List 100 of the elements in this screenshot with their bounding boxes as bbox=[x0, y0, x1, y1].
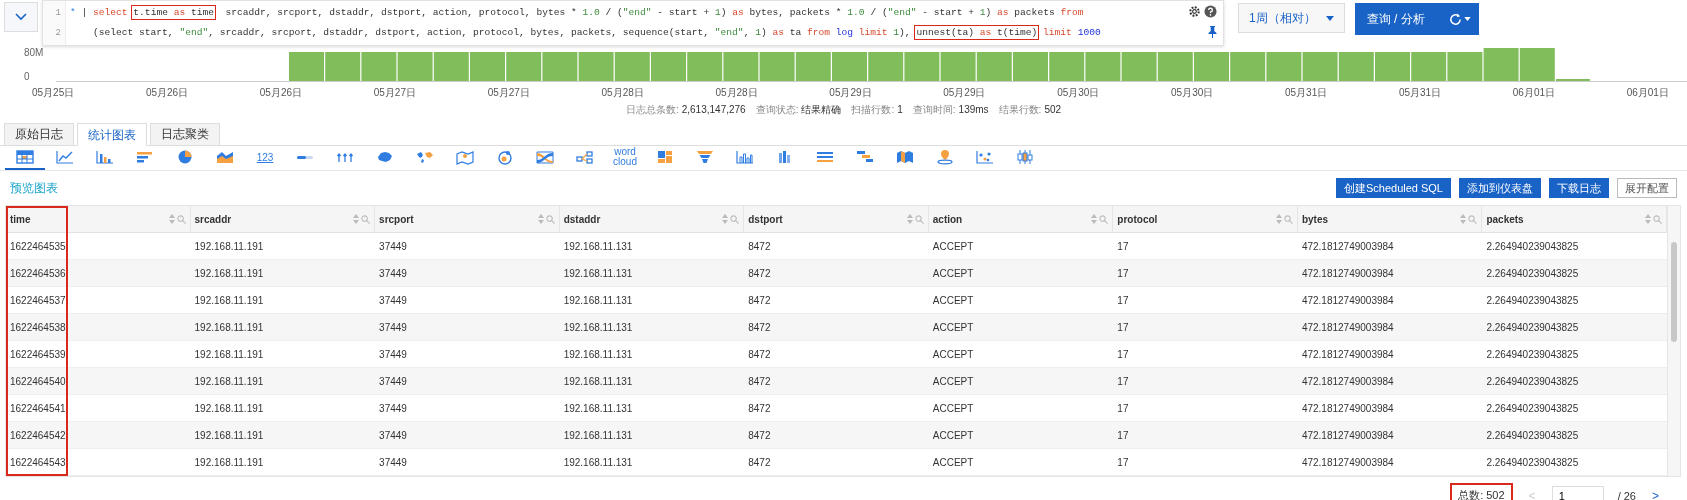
sort-icon[interactable] bbox=[1091, 214, 1098, 224]
action-button[interactable]: 下载日志 bbox=[1549, 178, 1609, 198]
line-number: 1 bbox=[54, 7, 62, 20]
table-cell: 37449 bbox=[375, 260, 560, 287]
axis-label: 05月28日 bbox=[601, 86, 644, 100]
stat-label: 扫描行数: bbox=[851, 104, 895, 115]
column-title: bytes bbox=[1301, 213, 1328, 225]
table-cell: ACCEPT bbox=[928, 260, 1114, 287]
table-cell: 2.264940239043825 bbox=[1482, 314, 1667, 341]
axis-label: 05月25日 bbox=[32, 86, 75, 100]
search-icon[interactable] bbox=[545, 214, 555, 224]
stat-label: 结果行数: bbox=[998, 104, 1042, 115]
table-cell: 192.168.11.131 bbox=[559, 449, 745, 476]
table-cell: 472.1812749003984 bbox=[1297, 260, 1483, 287]
table-cell: 17 bbox=[1113, 260, 1298, 287]
next-page-button[interactable]: > bbox=[1650, 488, 1661, 500]
page-input[interactable]: 1 bbox=[1551, 485, 1604, 500]
column-title: srcport bbox=[379, 213, 414, 225]
action-button[interactable]: 展开配置 bbox=[1617, 178, 1677, 198]
column-title: protocol bbox=[1117, 213, 1158, 225]
table-cell: 472.1812749003984 bbox=[1297, 422, 1483, 449]
code-line: (select start, "end", srcaddr, srcport, dstaddr, dstport, action, protocol, bytes, packets, sequence(start, "end", 1) as ta from log limit 1), unnest(ta) as t(time) limit 1000 bbox=[92, 26, 1102, 40]
axis-label: 05月26日 bbox=[145, 86, 189, 100]
page-count: / 26 bbox=[1617, 489, 1636, 500]
settings-icon[interactable] bbox=[1188, 5, 1201, 18]
column-title: srcaddr bbox=[194, 213, 232, 225]
column-header[interactable]: time bbox=[6, 206, 191, 233]
collapse-button[interactable] bbox=[4, 2, 38, 32]
search-icon[interactable] bbox=[1099, 214, 1109, 224]
word-cloud-button[interactable]: word cloud bbox=[605, 146, 645, 170]
sort-icon[interactable] bbox=[906, 214, 913, 224]
tab[interactable]: 原始日志 bbox=[4, 123, 74, 145]
column-title: dstaddr bbox=[563, 213, 601, 225]
stat-value: 2,613,147,276 bbox=[681, 104, 746, 115]
table-cell: 192.168.11.191 bbox=[190, 314, 376, 341]
table-cell: 2.264940239043825 bbox=[1482, 368, 1667, 395]
sort-icon[interactable] bbox=[1460, 214, 1467, 224]
sort-icon[interactable] bbox=[1275, 214, 1282, 224]
scrollbar[interactable] bbox=[1667, 206, 1680, 476]
search-icon[interactable] bbox=[1653, 214, 1662, 224]
sort-icon[interactable] bbox=[722, 214, 729, 224]
column-header[interactable]: protocol bbox=[1113, 206, 1298, 233]
table-cell: 2.264940239043825 bbox=[1482, 260, 1667, 287]
tab[interactable]: 日志聚类 bbox=[150, 123, 220, 145]
query-editor[interactable] bbox=[42, 0, 1224, 46]
table-cell: 1622464538 bbox=[6, 314, 191, 341]
search-icon[interactable] bbox=[176, 214, 186, 224]
search-icon[interactable] bbox=[1283, 214, 1293, 224]
table-cell: 192.168.11.191 bbox=[190, 368, 376, 395]
chevron-down-icon bbox=[15, 13, 27, 21]
table-cell: 8472 bbox=[744, 422, 929, 449]
table-cell: 2.264940239043825 bbox=[1482, 422, 1667, 449]
table-cell: 8472 bbox=[744, 260, 929, 287]
tab[interactable]: 统计图表 bbox=[77, 123, 147, 146]
column-header[interactable]: srcaddr bbox=[190, 206, 376, 233]
sort-icon[interactable] bbox=[537, 214, 544, 224]
column-title: action bbox=[932, 213, 963, 225]
search-button[interactable]: 查询 / 分析 bbox=[1354, 3, 1479, 35]
table-cell: 8472 bbox=[744, 449, 929, 476]
axis-label: 05月31日 bbox=[1398, 86, 1442, 100]
column-header[interactable]: srcport bbox=[375, 206, 560, 233]
axis-label: 80M bbox=[24, 48, 45, 58]
table-cell: ACCEPT bbox=[928, 314, 1114, 341]
pin-icon[interactable] bbox=[1208, 26, 1217, 38]
axis-label: 05月28日 bbox=[715, 86, 758, 100]
axis-label: 05月29日 bbox=[829, 86, 872, 100]
search-icon[interactable] bbox=[730, 214, 740, 224]
code-line: * | select t.time as time srcaddr, srcport, dstaddr, dstport, action, protocol, bytes * 1.0 / ("end" - start + 1) as bytes, packets * 1.0 / ("end" - start + 1) as packets from bbox=[70, 6, 1085, 20]
table-cell: 37449 bbox=[375, 449, 560, 476]
stat-label: 查询时间: bbox=[912, 104, 956, 115]
sort-icon[interactable] bbox=[1645, 214, 1651, 224]
search-icon[interactable] bbox=[1468, 214, 1478, 224]
help-icon[interactable] bbox=[1204, 5, 1217, 18]
line-number: 2 bbox=[54, 27, 62, 40]
sort-icon[interactable] bbox=[168, 214, 175, 224]
axis-label: 05月31日 bbox=[1284, 86, 1328, 100]
sort-icon[interactable] bbox=[353, 214, 360, 224]
table-cell: 192.168.11.131 bbox=[559, 314, 745, 341]
refresh-icon bbox=[1448, 12, 1462, 26]
column-header[interactable]: dstport bbox=[744, 206, 929, 233]
search-icon[interactable] bbox=[914, 214, 924, 224]
table-cell: 192.168.11.191 bbox=[190, 422, 376, 449]
column-header[interactable]: action bbox=[928, 206, 1114, 233]
axis-label: 05月29日 bbox=[943, 86, 986, 100]
table-cell: 17 bbox=[1113, 449, 1298, 476]
column-header[interactable]: bytes bbox=[1297, 206, 1483, 233]
column-header[interactable]: dstaddr bbox=[559, 206, 745, 233]
caret-icon bbox=[1463, 17, 1471, 21]
time-range-dropdown[interactable]: 1周（相对） bbox=[1238, 3, 1345, 33]
action-button[interactable]: 创建Scheduled SQL bbox=[1335, 178, 1451, 198]
axis-label: 05月30日 bbox=[1171, 86, 1214, 100]
axis-label: 05月26日 bbox=[259, 86, 303, 100]
column-header[interactable]: packets bbox=[1482, 206, 1667, 233]
search-icon[interactable] bbox=[361, 214, 371, 224]
table-cell: 1622464540 bbox=[6, 368, 191, 395]
table-cell: 192.168.11.131 bbox=[559, 368, 745, 395]
number-chart-button[interactable]: 123 bbox=[245, 146, 285, 170]
stat-label: 查询状态: bbox=[755, 104, 799, 115]
action-button[interactable]: 添加到仪表盘 bbox=[1459, 178, 1541, 198]
axis-label: 06月01日 bbox=[1626, 86, 1669, 100]
